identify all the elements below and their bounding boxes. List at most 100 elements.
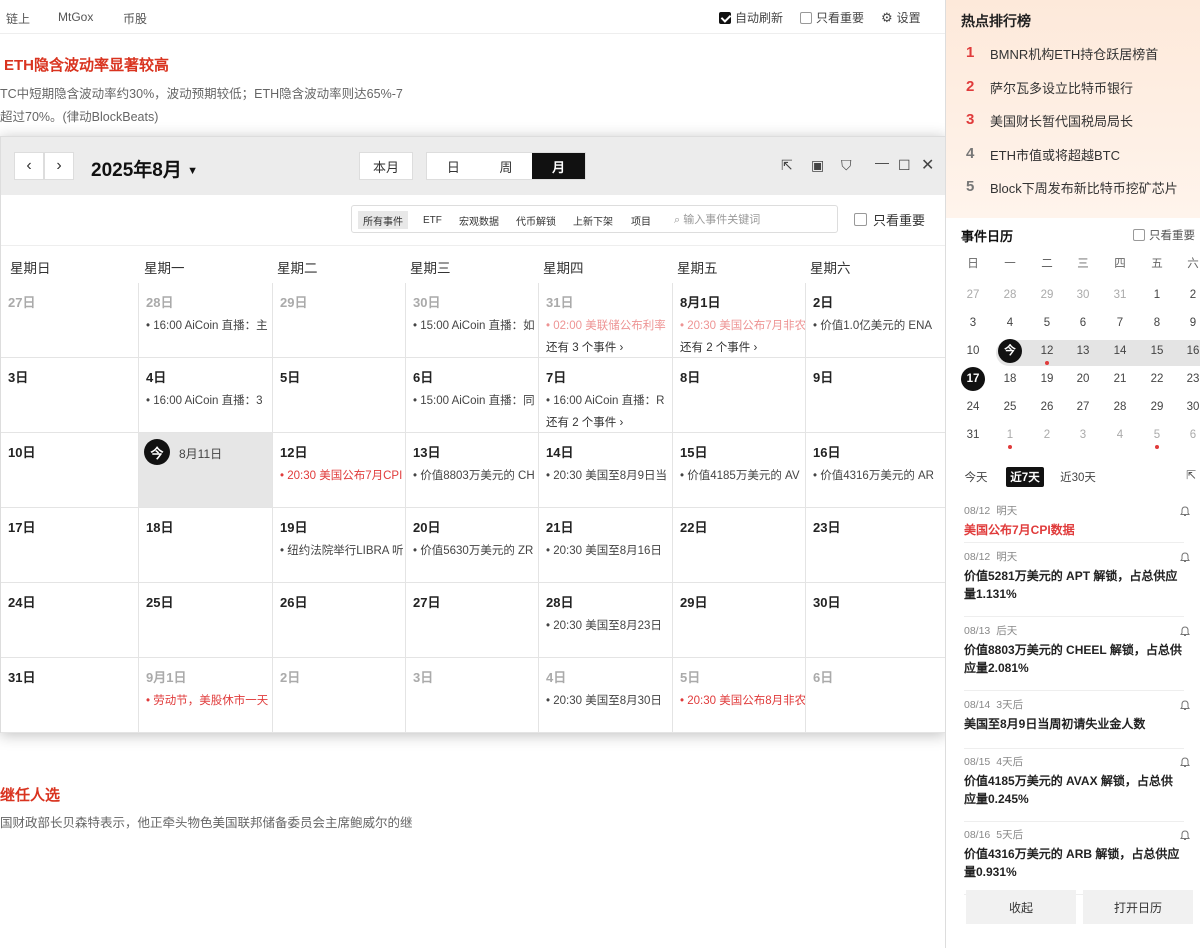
view-day-tab[interactable]: 日 <box>427 153 480 179</box>
prev-month-button[interactable]: ‹ <box>14 152 44 180</box>
news-title[interactable]: 继任人选 <box>0 784 60 805</box>
mini-day[interactable]: 5 <box>1034 317 1060 329</box>
day-cell[interactable]: 31日 <box>1 658 139 733</box>
mini-day[interactable]: 31 <box>1107 289 1133 301</box>
day-cell[interactable]: 15日 • 价值4185万美元的 AV <box>673 433 806 508</box>
day-cell[interactable]: 17日 <box>1 508 139 583</box>
filter-listing[interactable]: 上新下架 <box>568 211 618 229</box>
filter-icon[interactable]: ⛉ <box>841 157 852 174</box>
mini-day[interactable]: 15 <box>1144 345 1170 357</box>
settings-button[interactable]: ⚙ 设置 <box>881 9 921 26</box>
day-cell[interactable]: 19日 • 纽约法院举行LIBRA 听 <box>273 508 406 583</box>
bell-icon[interactable] <box>1180 699 1190 710</box>
calendar-event[interactable]: • 纽约法院举行LIBRA 听 <box>280 542 405 558</box>
mini-day[interactable]: 23 <box>1180 373 1200 385</box>
filter-all[interactable]: 所有事件 <box>358 211 408 229</box>
day-cell[interactable]: 25日 <box>139 583 273 658</box>
bell-icon[interactable] <box>1180 625 1190 636</box>
mini-day[interactable]: 9 <box>1180 317 1200 329</box>
day-cell[interactable]: 4日 • 20:30 美国至8月30日 <box>539 658 673 733</box>
mini-day[interactable]: 30 <box>1070 289 1096 301</box>
calendar-event[interactable]: • 15:00 AiCoin 直播：如 <box>413 317 538 333</box>
hot-ranking-item[interactable]: 5 Block下周发布新比特币挖矿芯片 <box>966 178 1178 197</box>
mini-day[interactable]: 20 <box>1070 373 1096 385</box>
day-cell[interactable]: 6日 <box>806 658 947 733</box>
mini-day[interactable]: 12 <box>1034 345 1060 357</box>
day-cell[interactable]: 10日 <box>1 433 139 508</box>
calendar-event[interactable]: • 价值5630万美元的 ZR <box>413 542 538 558</box>
bell-icon[interactable] <box>1180 756 1190 767</box>
mini-day[interactable]: 13 <box>1070 345 1096 357</box>
day-cell[interactable]: 8月1日 • 20:30 美国公布7月非农 还有 2 个事件 › <box>673 283 806 358</box>
day-cell[interactable]: 21日 • 20:30 美国至8月16日 <box>539 508 673 583</box>
mini-day[interactable]: 5 <box>1144 429 1170 441</box>
day-cell[interactable]: 3日 <box>1 358 139 433</box>
day-cell[interactable]: 26日 <box>273 583 406 658</box>
event-list-item[interactable]: 08/13 后天 价值8803万美元的 CHEEL 解锁，占总供应量2.081% <box>964 623 1190 691</box>
day-cell[interactable]: 30日 <box>806 583 947 658</box>
event-search-input[interactable]: ⌕ 输入事件关键词 <box>674 211 760 227</box>
filter-unlock[interactable]: 代币解锁 <box>511 211 561 229</box>
event-list-item[interactable]: 08/16 5天后 价值4316万美元的 ARB 解锁，占总供应量0.931% <box>964 827 1190 895</box>
day-cell[interactable]: 29日 <box>273 283 406 358</box>
filter-project[interactable]: 项目 <box>626 211 656 229</box>
range-tab[interactable]: 今天 <box>958 467 994 487</box>
day-cell[interactable]: 4日 • 16:00 AiCoin 直播：3 <box>139 358 273 433</box>
only-important-toggle[interactable]: 只看重要 <box>854 210 925 229</box>
day-cell[interactable]: 31日 • 02:00 美联储公布利率 还有 3 个事件 › <box>539 283 673 358</box>
view-week-tab[interactable]: 周 <box>480 153 533 179</box>
day-cell[interactable]: 22日 <box>673 508 806 583</box>
calendar-event[interactable]: • 20:30 美国至8月30日 <box>546 692 672 708</box>
mini-day[interactable]: 1 <box>1144 289 1170 301</box>
news-title[interactable]: ETH隐含波动率显著较高 <box>4 54 169 75</box>
calendar-icon[interactable]: ▣ <box>811 157 824 174</box>
month-picker[interactable]: 2025年8月 ▼ <box>91 155 198 182</box>
bell-icon[interactable] <box>1180 829 1190 840</box>
day-cell[interactable]: 5日 • 20:30 美国公布8月非农 <box>673 658 806 733</box>
day-cell[interactable]: 5日 <box>273 358 406 433</box>
day-cell[interactable]: 6日 • 15:00 AiCoin 直播：同 <box>406 358 539 433</box>
collapse-button[interactable]: 收起 <box>966 890 1076 924</box>
next-month-button[interactable]: › <box>44 152 74 180</box>
mini-day[interactable]: 18 <box>997 373 1023 385</box>
bell-icon[interactable] <box>1180 505 1190 516</box>
mini-day[interactable]: 4 <box>997 317 1023 329</box>
mini-day[interactable]: 27 <box>960 289 986 301</box>
day-cell[interactable]: 13日 • 价值8803万美元的 CH <box>406 433 539 508</box>
mini-day[interactable]: 22 <box>1144 373 1170 385</box>
day-cell[interactable]: 2日 <box>273 658 406 733</box>
open-calendar-button[interactable]: 打开日历 <box>1083 890 1193 924</box>
mini-day[interactable]: 28 <box>997 289 1023 301</box>
filter-macro[interactable]: 宏观数据 <box>454 211 504 229</box>
mini-only-important-toggle[interactable]: 只看重要 <box>1133 227 1195 243</box>
mini-day[interactable]: 24 <box>960 401 986 413</box>
mini-day[interactable]: 3 <box>960 317 986 329</box>
calendar-event[interactable]: • 16:00 AiCoin 直播：R <box>546 392 672 408</box>
calendar-event[interactable]: • 15:00 AiCoin 直播：同 <box>413 392 538 408</box>
day-cell[interactable]: 3日 <box>406 658 539 733</box>
calendar-event[interactable]: • 20:30 美国至8月9日当 <box>546 467 672 483</box>
day-cell[interactable]: 2日 • 价值1.0亿美元的 ENA <box>806 283 947 358</box>
more-events-link[interactable]: 还有 2 个事件 › <box>546 414 623 430</box>
mini-day[interactable]: 29 <box>1144 401 1170 413</box>
mini-day[interactable]: 25 <box>997 401 1023 413</box>
maximize-icon[interactable]: ☐ <box>898 157 911 174</box>
close-icon[interactable]: ✕ <box>921 155 934 175</box>
view-month-tab[interactable]: 月 <box>532 153 586 179</box>
day-cell[interactable]: 28日 • 20:30 美国至8月23日 <box>539 583 673 658</box>
day-cell[interactable]: 9日 <box>806 358 947 433</box>
more-events-link[interactable]: 还有 2 个事件 › <box>680 339 757 355</box>
mini-day[interactable]: 27 <box>1070 401 1096 413</box>
day-cell[interactable]: 9月1日 • 劳动节，美股休市一天 <box>139 658 273 733</box>
day-cell[interactable]: 24日 <box>1 583 139 658</box>
mini-day[interactable]: 30 <box>1180 401 1200 413</box>
calendar-event[interactable]: • 16:00 AiCoin 直播：主 <box>146 317 272 333</box>
mini-day[interactable]: 3 <box>1070 429 1096 441</box>
day-cell[interactable]: 20日 • 价值5630万美元的 ZR <box>406 508 539 583</box>
day-cell[interactable]: 27日 <box>1 283 139 358</box>
day-cell[interactable]: 7日 • 16:00 AiCoin 直播：R 还有 2 个事件 › <box>539 358 673 433</box>
event-list-item[interactable]: 08/12 明天 美国公布7月CPI数据 <box>964 503 1190 543</box>
calendar-event[interactable]: • 20:30 美国公布7月CPI <box>280 467 405 483</box>
mini-today[interactable]: 今 <box>998 339 1022 363</box>
calendar-event[interactable]: • 02:00 美联储公布利率 <box>546 317 672 333</box>
